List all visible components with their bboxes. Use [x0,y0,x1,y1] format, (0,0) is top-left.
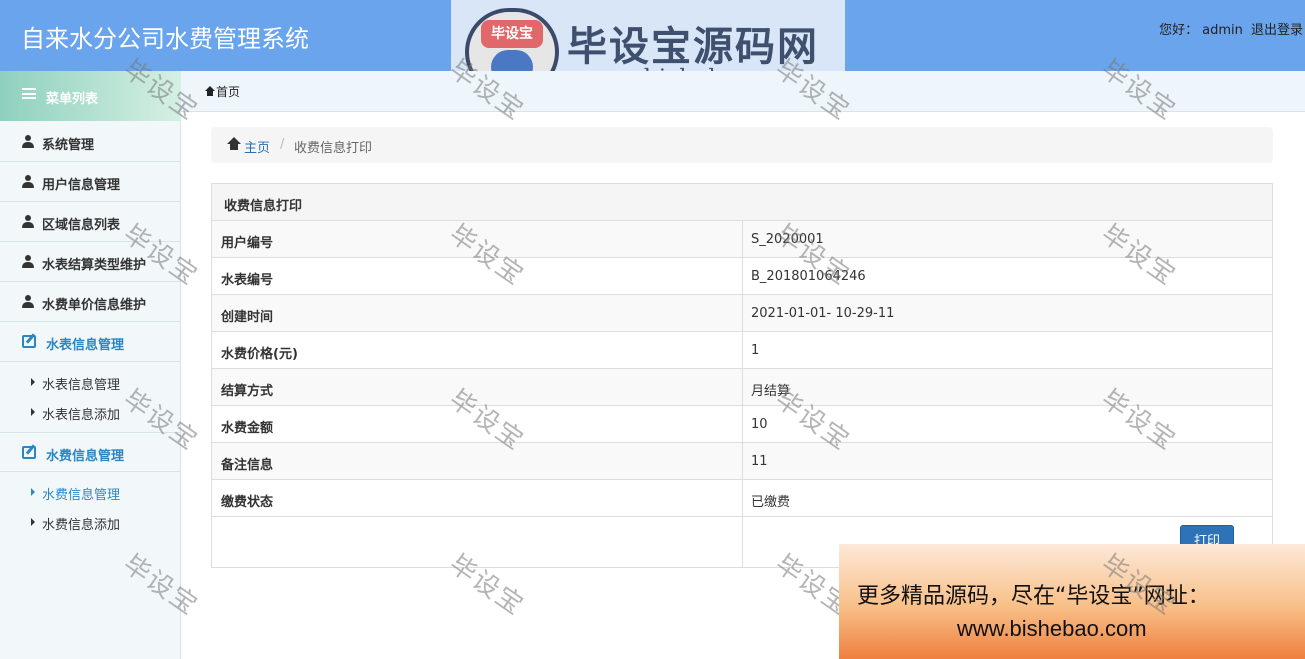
table-row: 备注信息 11 [212,443,1272,480]
list-icon [22,88,36,99]
promo-line-1: 更多精品源码，尽在“毕设宝”网址： [857,584,1210,609]
user-icon [22,175,34,188]
caret-right-icon [31,488,35,496]
username: admin [1202,23,1243,38]
sidebar-group-label: 水表信息管理 [46,338,125,353]
row-key: 用户编号 [221,236,274,251]
row-key: 结算方式 [221,384,274,399]
sidebar-item-regions[interactable]: 区域信息列表 [0,202,181,242]
sidebar-item-system[interactable]: 系统管理 [0,122,181,162]
promo-banner: 更多精品源码，尽在“毕设宝”网址： www.bishebao.com [839,544,1305,659]
sidebar-subitem-label: 水费信息添加 [42,518,121,533]
table-row: 水费价格(元) 1 [212,332,1272,369]
promo-line-2: www.bishebao.com [957,616,1147,641]
user-icon [22,215,34,228]
row-key: 水费金额 [221,421,274,436]
row-value: 月结算 [751,384,791,399]
row-value: 10 [751,417,768,432]
sidebar: 菜单列表 系统管理 用户信息管理 区域信息列表 水表结算类型维护 水费单价信息维… [0,71,181,659]
panel-title: 收费信息打印 [224,199,303,214]
breadcrumb-current: 收费信息打印 [294,141,373,156]
sidebar-group-fee[interactable]: 水费信息管理 [0,432,181,472]
caret-right-icon [31,518,35,526]
user-bar: 您好： admin 退出登录 [1155,19,1303,38]
user-icon [22,255,34,268]
tab-home[interactable]: 首页 [216,83,240,100]
caret-right-icon [31,378,35,386]
breadcrumb-separator: / [280,137,285,152]
panel-header: 收费信息打印 [212,184,1272,221]
sidebar-subitem-meter-add[interactable]: 水表信息添加 [0,398,181,428]
table-row: 用户编号 S_2020001 [212,221,1272,258]
sidebar-item-label: 用户信息管理 [42,178,121,193]
sidebar-group-label: 水费信息管理 [46,449,125,464]
logo-name: 毕设宝源码网 [567,24,819,70]
breadcrumb: 主页 / 收费信息打印 [211,127,1273,163]
sidebar-subitem-label: 水费信息管理 [42,488,121,503]
table-row: 缴费状态 已缴费 [212,480,1272,517]
sidebar-subitem-label: 水表信息添加 [42,408,121,423]
sidebar-item-unit-price[interactable]: 水费单价信息维护 [0,282,181,322]
table-row: 创建时间 2021-01-01- 10-29-11 [212,295,1272,332]
table-row: 水费金额 10 [212,406,1272,443]
sidebar-item-label: 系统管理 [42,138,95,153]
caret-right-icon [31,408,35,416]
logout-link[interactable]: 退出登录 [1251,23,1303,38]
sidebar-item-label: 水表结算类型维护 [42,258,147,273]
home-icon [227,137,241,150]
row-key: 备注信息 [221,458,274,473]
user-icon [22,135,34,148]
table-row: 结算方式 月结算 [212,369,1272,406]
row-value: S_2020001 [751,232,824,247]
sidebar-subitem-fee-add[interactable]: 水费信息添加 [0,508,181,538]
app-title: 自来水分公司水费管理系统 [21,25,309,53]
sidebar-item-users[interactable]: 用户信息管理 [0,162,181,202]
row-value: 2021-01-01- 10-29-11 [751,306,895,321]
edit-icon [22,446,36,459]
table-row: 水表编号 B_201801064246 [212,258,1272,295]
user-icon [22,295,34,308]
sidebar-item-label: 区域信息列表 [42,218,121,233]
tab-bar: 首页 [181,71,1305,112]
menu-header: 菜单列表 [0,71,181,121]
sidebar-item-label: 水费单价信息维护 [42,298,147,313]
row-key: 水费价格(元) [221,347,298,362]
home-icon [205,86,215,96]
sidebar-subitem-meter-manage[interactable]: 水表信息管理 [0,368,181,398]
row-key: 创建时间 [221,310,274,325]
greeting-text: 您好： [1159,23,1199,38]
edit-icon [22,335,36,348]
breadcrumb-home-link[interactable]: 主页 [244,137,270,156]
sidebar-item-settlement-types[interactable]: 水表结算类型维护 [0,242,181,282]
row-value: B_201801064246 [751,269,866,284]
sidebar-subitem-fee-manage[interactable]: 水费信息管理 [0,478,181,508]
logo-badge-text: 毕设宝 [481,20,543,48]
fee-info-panel: 收费信息打印 用户编号 S_2020001 水表编号 B_20180106424… [211,183,1273,568]
row-value: 已缴费 [751,495,791,510]
row-key: 缴费状态 [221,495,274,510]
row-value: 11 [751,454,768,469]
sidebar-group-meter[interactable]: 水表信息管理 [0,322,181,362]
row-key: 水表编号 [221,273,274,288]
sidebar-subitem-label: 水表信息管理 [42,378,121,393]
menu-title: 菜单列表 [46,92,99,107]
row-value: 1 [751,343,760,358]
